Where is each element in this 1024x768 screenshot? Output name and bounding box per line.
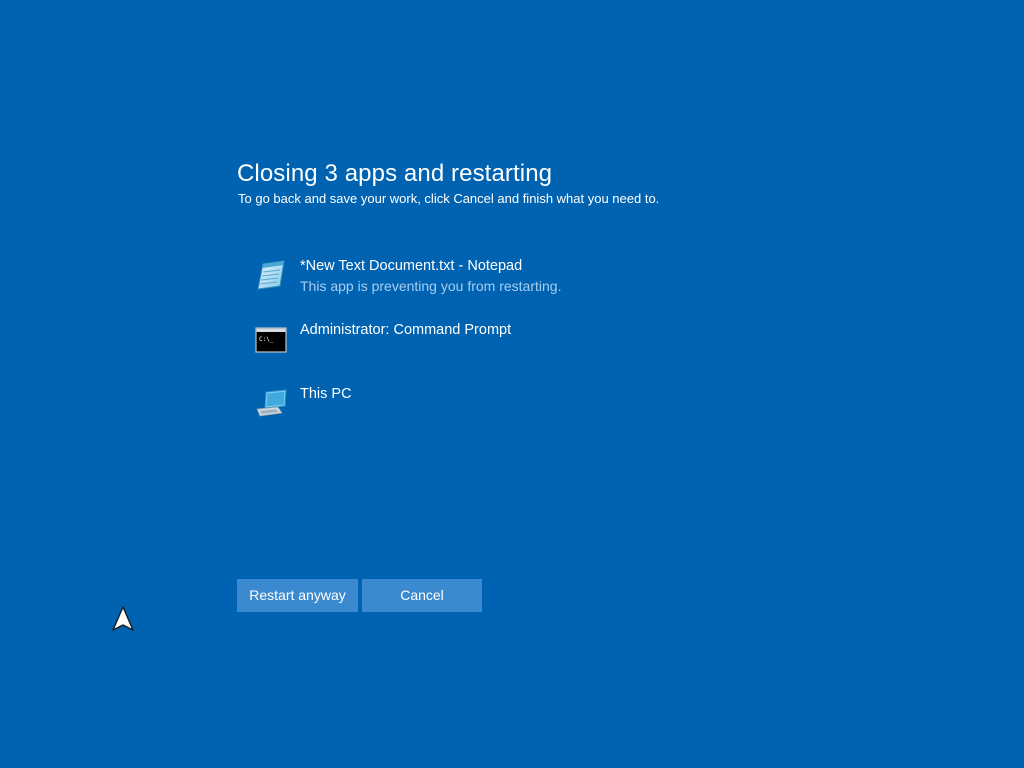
restart-anyway-button[interactable]: Restart anyway — [237, 579, 358, 612]
app-item-command-prompt: C:\_ Administrator: Command Prompt — [254, 320, 854, 384]
app-item-notepad: *New Text Document.txt - Notepad This ap… — [254, 256, 854, 320]
page-subtitle: To go back and save your work, click Can… — [238, 191, 660, 206]
cancel-button[interactable]: Cancel — [362, 579, 482, 612]
svg-text:C:\_: C:\_ — [259, 336, 274, 343]
app-name: Administrator: Command Prompt — [300, 322, 512, 338]
app-item-this-pc: This PC — [254, 384, 854, 448]
command-prompt-icon: C:\_ — [254, 322, 288, 356]
mouse-pointer-icon — [110, 605, 136, 633]
page-title: Closing 3 apps and restarting — [237, 160, 553, 187]
app-name: *New Text Document.txt - Notepad — [300, 258, 523, 274]
app-status: This app is preventing you from restarti… — [300, 278, 562, 294]
this-pc-icon — [254, 386, 288, 420]
app-name: This PC — [300, 386, 352, 402]
restart-screen: Closing 3 apps and restarting To go back… — [0, 0, 1024, 768]
app-list: *New Text Document.txt - Notepad This ap… — [254, 256, 854, 448]
notepad-icon — [254, 258, 288, 292]
